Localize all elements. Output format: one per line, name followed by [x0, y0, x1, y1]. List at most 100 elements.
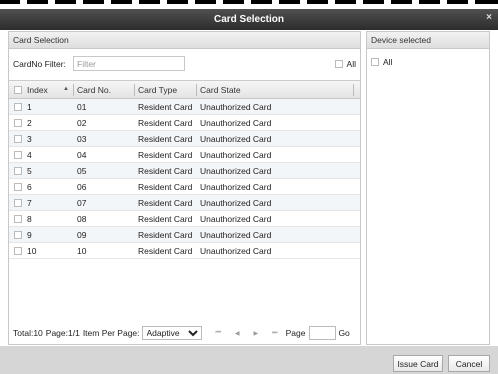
row-checkbox[interactable]	[14, 151, 22, 159]
col-index-header[interactable]: Index	[27, 85, 48, 95]
cell-card-type: Resident Card	[138, 166, 193, 176]
filter-row: CardNo Filter: All	[13, 56, 356, 72]
cell-index: 2	[27, 118, 32, 128]
cancel-button[interactable]: Cancel	[448, 355, 490, 372]
col-card-type-header[interactable]: Card Type	[138, 85, 177, 95]
cell-card-type: Resident Card	[138, 118, 193, 128]
filter-label: CardNo Filter:	[13, 59, 66, 69]
row-checkbox[interactable]	[14, 119, 22, 127]
sort-asc-icon: ▲	[63, 86, 69, 92]
row-checkbox[interactable]	[14, 135, 22, 143]
row-checkbox[interactable]	[14, 247, 22, 255]
cell-card-type: Resident Card	[138, 246, 193, 256]
row-checkbox[interactable]	[14, 167, 22, 175]
last-page-icon[interactable]: ⏭	[272, 330, 277, 337]
next-page-icon[interactable]: ▶	[254, 330, 259, 337]
device-all-label: All	[383, 57, 393, 67]
cell-index: 5	[27, 166, 32, 176]
cell-card-type: Resident Card	[138, 198, 193, 208]
table-row[interactable]: 7 07 Resident Card Unauthorized Card	[9, 195, 360, 211]
cell-index: 10	[27, 246, 37, 256]
device-all-checkbox[interactable]	[371, 58, 379, 66]
cell-card-no: 08	[77, 214, 87, 224]
table-row[interactable]: 6 06 Resident Card Unauthorized Card	[9, 179, 360, 195]
cell-card-state: Unauthorized Card	[200, 230, 272, 240]
table-row[interactable]: 5 05 Resident Card Unauthorized Card	[9, 163, 360, 179]
cell-card-state: Unauthorized Card	[200, 118, 272, 128]
row-checkbox[interactable]	[14, 103, 22, 111]
cell-index: 1	[27, 102, 32, 112]
page-label: Page	[285, 328, 306, 338]
select-all-devices[interactable]: All	[371, 57, 392, 67]
cell-card-type: Resident Card	[138, 102, 193, 112]
total-count: Total:10	[13, 328, 43, 338]
table-body: 1 01 Resident Card Unauthorized Card 2 02 Res…	[9, 99, 360, 259]
device-panel: Device selected All	[366, 31, 490, 345]
card-selection-header: Card Selection	[9, 32, 360, 49]
cell-card-no: 03	[77, 134, 87, 144]
issue-card-button[interactable]: Issue Card	[393, 355, 443, 372]
cell-card-no: 02	[77, 118, 87, 128]
card-selection-panel: Card Selection CardNo Filter: All Index …	[8, 31, 361, 345]
cell-card-no: 04	[77, 150, 87, 160]
card-table: Index ▲ Card No. Card Type Card State 10…	[9, 80, 360, 320]
cell-card-state: Unauthorized Card	[200, 198, 272, 208]
go-button[interactable]: Go	[338, 328, 349, 338]
card-filter-input[interactable]	[73, 56, 185, 71]
table-row[interactable]: 1 01 Resident Card Unauthorized Card	[9, 99, 360, 115]
table-row[interactable]: 4 04 Resident Card Unauthorized Card	[9, 147, 360, 163]
cell-card-type: Resident Card	[138, 150, 193, 160]
dialog-footer: Issue Card Cancel	[0, 346, 498, 374]
cell-card-no: 09	[77, 230, 87, 240]
select-all-cards[interactable]: All	[334, 59, 356, 69]
cell-card-state: Unauthorized Card	[200, 134, 272, 144]
column-divider	[134, 84, 135, 96]
col-card-no-header[interactable]: Card No.	[77, 85, 111, 95]
device-header: Device selected	[367, 32, 489, 49]
pagination-bar: Total:10 Page:1/1 Item Per Page: Adaptiv…	[13, 325, 356, 341]
items-per-page-select[interactable]: Adaptive	[141, 326, 202, 340]
header-checkbox[interactable]	[14, 86, 22, 94]
table-row[interactable]: 10 10 Resident Card Unauthorized Card	[9, 243, 360, 259]
cell-card-state: Unauthorized Card	[200, 150, 272, 160]
cell-card-no: 05	[77, 166, 87, 176]
row-checkbox[interactable]	[14, 215, 22, 223]
cell-index: 4	[27, 150, 32, 160]
select-all-checkbox[interactable]	[334, 60, 343, 68]
cell-index: 8	[27, 214, 32, 224]
column-divider	[196, 84, 197, 96]
table-row[interactable]: 9 09 Resident Card Unauthorized Card	[9, 227, 360, 243]
cell-card-type: Resident Card	[138, 230, 193, 240]
prev-page-icon[interactable]: ◀	[235, 330, 240, 337]
first-page-icon[interactable]: ⏮	[216, 330, 221, 337]
close-icon[interactable]: ×	[486, 12, 492, 23]
cell-card-state: Unauthorized Card	[200, 166, 272, 176]
cell-card-no: 06	[77, 182, 87, 192]
page-number-input[interactable]	[309, 326, 337, 340]
items-per-page-label: Item Per Page:	[82, 328, 140, 338]
cell-card-no: 10	[77, 246, 87, 256]
cell-card-no: 07	[77, 198, 87, 208]
row-checkbox[interactable]	[14, 183, 22, 191]
cell-card-state: Unauthorized Card	[200, 182, 272, 192]
cell-card-state: Unauthorized Card	[200, 102, 272, 112]
select-all-label: All	[346, 59, 356, 69]
table-row[interactable]: 3 03 Resident Card Unauthorized Card	[9, 131, 360, 147]
cell-index: 3	[27, 134, 32, 144]
cell-card-type: Resident Card	[138, 182, 193, 192]
table-row[interactable]: 8 08 Resident Card Unauthorized Card	[9, 211, 360, 227]
cell-index: 7	[27, 198, 32, 208]
col-card-state-header[interactable]: Card State	[200, 85, 241, 95]
top-strip	[0, 0, 498, 4]
column-divider	[73, 84, 74, 96]
cell-card-type: Resident Card	[138, 214, 193, 224]
window-title: Card Selection	[213, 14, 285, 25]
row-checkbox[interactable]	[14, 199, 22, 207]
cell-index: 9	[27, 230, 32, 240]
column-divider	[353, 84, 354, 96]
cell-card-no: 01	[77, 102, 87, 112]
cell-card-type: Resident Card	[138, 134, 193, 144]
row-checkbox[interactable]	[14, 231, 22, 239]
cell-card-state: Unauthorized Card	[200, 214, 272, 224]
table-row[interactable]: 2 02 Resident Card Unauthorized Card	[9, 115, 360, 131]
